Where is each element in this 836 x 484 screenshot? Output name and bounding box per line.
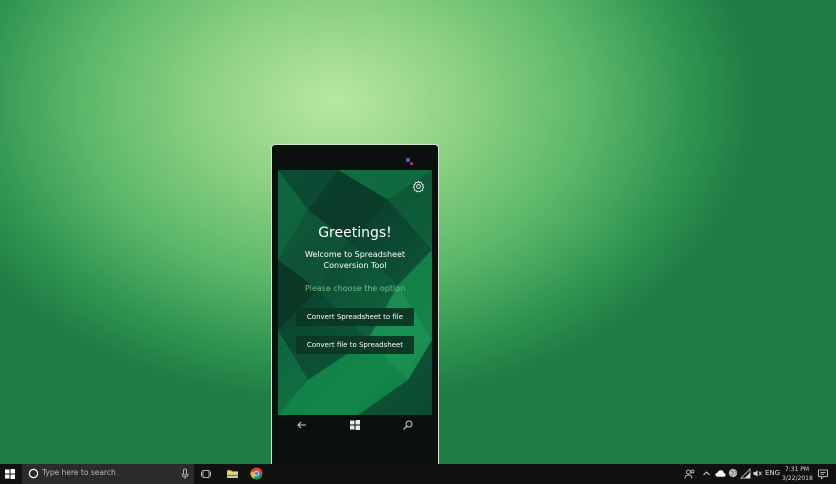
onedrive-icon[interactable]: [715, 469, 726, 478]
greeting-title: Greetings!: [318, 225, 392, 241]
welcome-line-2: Conversion Tool: [323, 261, 387, 270]
volume-icon[interactable]: [752, 468, 763, 479]
globe-icon[interactable]: [728, 468, 738, 478]
search-icon[interactable]: [402, 419, 414, 431]
cortana-icon: [28, 468, 39, 479]
welcome-text: Welcome to Spreadsheet Conversion Tool: [278, 249, 432, 271]
chrome-icon[interactable]: [250, 467, 263, 480]
notification-icon[interactable]: [817, 468, 829, 480]
chevron-up-icon[interactable]: [702, 469, 711, 478]
convert-file-to-spreadsheet-button[interactable]: Convert file to Spreadsheet: [296, 336, 414, 354]
choose-option-prompt: Please choose the option: [304, 284, 406, 293]
windows-logo-icon[interactable]: [4, 468, 16, 480]
welcome-line-1: Welcome to Spreadsheet: [304, 250, 406, 259]
phone-nav-bar: [278, 415, 432, 435]
desktop-background: Greetings! Welcome to Spreadsheet Conver…: [0, 0, 836, 464]
gear-icon[interactable]: [412, 180, 425, 193]
people-icon[interactable]: [684, 468, 696, 480]
clock-time: 7:31 PM: [784, 466, 810, 473]
app-screen: Greetings! Welcome to Spreadsheet Conver…: [278, 170, 432, 415]
clock-date: 3/22/2018: [782, 475, 813, 482]
taskbar-search-box[interactable]: Type here to search: [22, 464, 194, 484]
convert-spreadsheet-to-file-button[interactable]: Convert Spreadsheet to file: [296, 308, 414, 326]
sensor-dot: [410, 162, 413, 165]
microphone-icon[interactable]: [180, 468, 190, 480]
search-placeholder: Type here to search: [42, 468, 116, 477]
camera-dot: [406, 158, 410, 162]
task-view-icon[interactable]: [200, 468, 212, 480]
back-arrow-icon[interactable]: [296, 419, 308, 431]
file-explorer-icon[interactable]: [226, 467, 239, 480]
wifi-icon[interactable]: [740, 468, 751, 479]
windows-logo-icon[interactable]: [349, 419, 361, 431]
clock[interactable]: 7:31 PM 3/22/2018: [782, 465, 813, 483]
taskbar: Type here to search ENG 7:31 PM 3/22/201…: [0, 464, 836, 484]
language-indicator[interactable]: ENG: [765, 469, 780, 477]
phone-emulator: Greetings! Welcome to Spreadsheet Conver…: [271, 144, 439, 464]
